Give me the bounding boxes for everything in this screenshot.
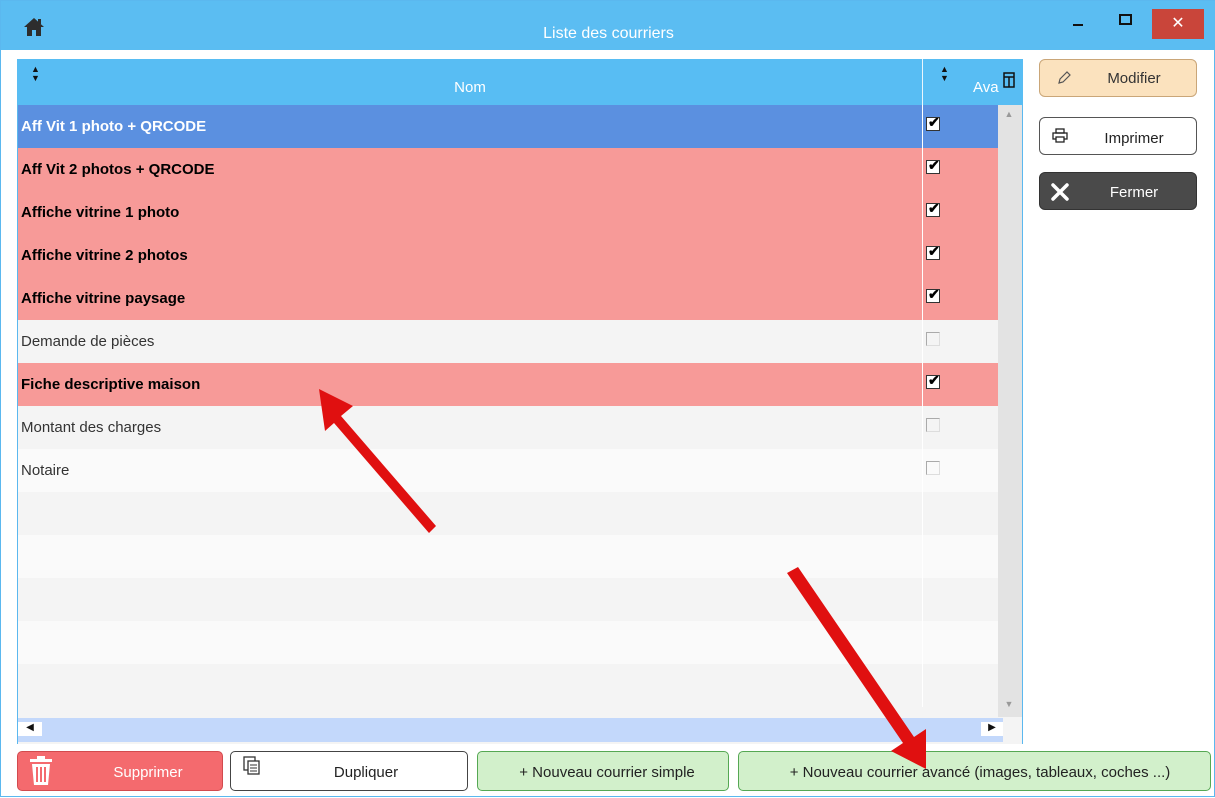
maximize-icon[interactable]	[1119, 14, 1132, 25]
minimize-icon[interactable]	[1073, 24, 1083, 26]
avance-checkbox[interactable]: ✔	[926, 157, 940, 174]
avance-checkbox[interactable]: ✔	[926, 286, 940, 303]
check-icon: ✔	[928, 114, 940, 130]
cell-divider	[922, 664, 923, 707]
window-title: Liste des courriers	[543, 25, 674, 42]
cell-divider	[922, 449, 923, 492]
table-row[interactable]: Notaire	[18, 449, 998, 492]
avance-checkbox[interactable]	[926, 461, 940, 475]
table-row[interactable]: Affiche vitrine 2 photos ✔	[18, 234, 998, 277]
table-row[interactable]	[18, 621, 998, 664]
table-row[interactable]: Aff Vit 2 photos + QRCODE ✔	[18, 148, 998, 191]
cell-divider	[922, 535, 923, 578]
printer-icon	[1052, 128, 1068, 143]
check-icon: ✔	[928, 157, 940, 173]
column-chooser-icon[interactable]	[1002, 71, 1016, 89]
column-header-nom[interactable]: ▲ ▼ Nom	[17, 59, 923, 105]
scroll-right-icon[interactable]: ▶	[981, 722, 1003, 736]
avance-checkbox[interactable]: ✔	[926, 114, 940, 131]
column-label-avance: Ava	[973, 79, 999, 96]
avance-checkbox[interactable]	[926, 332, 940, 346]
dupliquer-button[interactable]: Dupliquer	[230, 751, 468, 791]
cell-divider	[922, 148, 923, 191]
scroll-down-icon[interactable]: ▼	[1002, 699, 1016, 711]
scroll-up-icon[interactable]: ▲	[1002, 109, 1016, 121]
modifier-button[interactable]: Modifier	[1039, 59, 1197, 97]
cell-divider	[922, 234, 923, 277]
title-bar: Liste des courriers ✕	[1, 1, 1215, 50]
scroll-left-icon[interactable]: ◀	[18, 722, 42, 736]
check-icon: ✔	[928, 200, 940, 216]
table-row[interactable]: Montant des charges	[18, 406, 998, 449]
row-name: Aff Vit 2 photos + QRCODE	[21, 161, 215, 178]
supprimer-label: Supprimer	[113, 764, 183, 781]
row-name: Affiche vitrine 1 photo	[21, 204, 180, 221]
imprimer-label: Imprimer	[1104, 130, 1164, 147]
nouveau-courrier-simple-button[interactable]: + Nouveau courrier simple	[477, 751, 729, 791]
avance-checkbox[interactable]	[926, 418, 940, 432]
avance-checkbox[interactable]: ✔	[926, 372, 940, 389]
table-row[interactable]: Affiche vitrine 1 photo ✔	[18, 191, 998, 234]
dupliquer-label: Dupliquer	[333, 764, 399, 781]
nouveau-courrier-avance-button[interactable]: + Nouveau courrier avancé (images, table…	[738, 751, 1211, 791]
table-row[interactable]: Aff Vit 1 photo + QRCODE ✔	[18, 105, 998, 148]
cell-divider	[922, 621, 923, 664]
horizontal-scrollbar[interactable]: ◀ ▶	[18, 718, 1003, 742]
row-name: Demande de pièces	[21, 333, 155, 350]
trash-icon	[30, 756, 52, 785]
close-icon	[1051, 183, 1069, 201]
check-icon: ✔	[928, 372, 940, 388]
row-name: Affiche vitrine paysage	[21, 290, 186, 307]
cell-divider	[922, 277, 923, 320]
copy-icon	[243, 756, 260, 775]
cell-divider	[922, 363, 923, 406]
modifier-label: Modifier	[1107, 70, 1161, 87]
row-name: Notaire	[21, 462, 70, 479]
close-window-button[interactable]: ✕	[1152, 9, 1204, 39]
window: Liste des courriers ✕ ▲ ▼ Nom ▲ ▼ Ava Aff …	[0, 0, 1215, 797]
table-row[interactable]: Affiche vitrine paysage ✔	[18, 277, 998, 320]
table-row[interactable]	[18, 664, 998, 707]
column-header-avance[interactable]: ▲ ▼ Ava	[924, 59, 1004, 105]
imprimer-button[interactable]: Imprimer	[1039, 117, 1197, 155]
column-label-nom: Nom	[454, 79, 486, 96]
cell-divider	[922, 578, 923, 621]
table-row[interactable]	[18, 535, 998, 578]
avance-checkbox[interactable]: ✔	[926, 243, 940, 260]
cell-divider	[922, 105, 923, 148]
table-row[interactable]: Demande de pièces	[18, 320, 998, 363]
vertical-scrollbar[interactable]: ▲ ▼	[998, 105, 1022, 717]
table-row[interactable]	[18, 492, 998, 535]
grid-rows: Aff Vit 1 photo + QRCODE ✔ Aff Vit 2 photo…	[18, 105, 998, 707]
check-icon: ✔	[928, 243, 940, 259]
table-row[interactable]: Fiche descriptive maison ✔	[18, 363, 998, 406]
check-icon: ✔	[928, 286, 940, 302]
row-name: Fiche descriptive maison	[21, 376, 201, 393]
table-row[interactable]	[18, 578, 998, 621]
avance-checkbox[interactable]: ✔	[926, 200, 940, 217]
row-name: Montant des charges	[21, 419, 162, 436]
row-name: Affiche vitrine 2 photos	[21, 247, 188, 264]
row-name: Aff Vit 1 photo + QRCODE	[21, 118, 207, 135]
nouveau-courrier-simple-label: + Nouveau courrier simple	[519, 764, 695, 781]
cell-divider	[922, 492, 923, 535]
cell-divider	[922, 406, 923, 449]
fermer-label: Fermer	[1109, 184, 1159, 201]
cell-divider	[922, 320, 923, 363]
grid-header: ▲ ▼ Nom ▲ ▼ Ava	[17, 59, 1023, 105]
sort-icon[interactable]: ▲ ▼	[940, 65, 949, 83]
cell-divider	[922, 191, 923, 234]
fermer-button[interactable]: Fermer	[1039, 172, 1197, 210]
supprimer-button[interactable]: Supprimer	[17, 751, 223, 791]
nouveau-courrier-avance-label: + Nouveau courrier avancé (images, table…	[789, 764, 1171, 781]
